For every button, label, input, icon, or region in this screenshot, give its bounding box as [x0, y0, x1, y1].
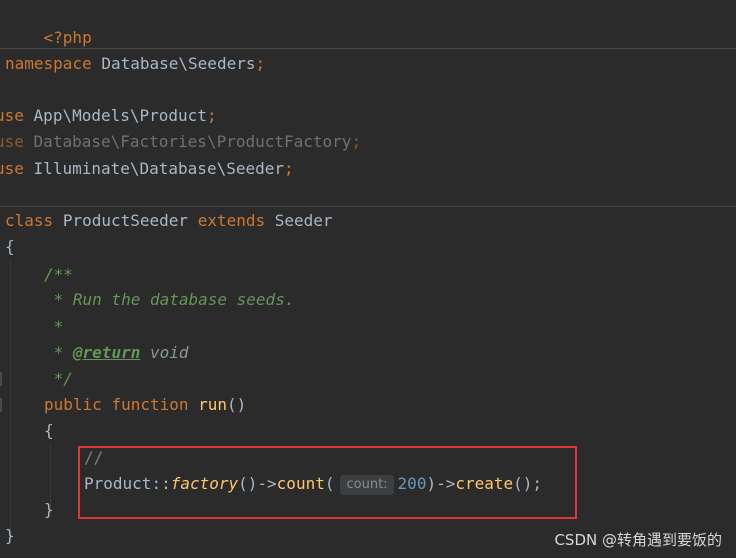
code-line-namespace: namespace Database\Seeders; — [5, 51, 265, 77]
open-brace: { — [5, 237, 15, 256]
semicolon: ; — [351, 132, 362, 151]
function-keyword: function — [111, 395, 189, 414]
watermark: CSDN @转角遇到要饭的 — [554, 531, 722, 549]
public-keyword: public — [44, 395, 102, 414]
code-line-class: class ProductSeeder extends Seeder — [5, 208, 333, 234]
highlight-annotation-box — [78, 446, 577, 519]
method-parens: () — [227, 395, 247, 414]
semicolon: ; — [255, 54, 266, 73]
code-line-method-signature: public function run() — [44, 392, 246, 418]
use-keyword: use — [0, 159, 24, 178]
code-editor[interactable]: <?php namespace Database\Seeders; use Ap… — [0, 0, 736, 558]
code-line-use-factory: use Database\Factories\ProductFactory; — [0, 129, 361, 155]
namespace-keyword: namespace — [5, 54, 92, 73]
code-line-use-seeder: use Illuminate\Database\Seeder; — [0, 156, 294, 182]
class-keyword: class — [5, 211, 54, 230]
semicolon: ; — [206, 106, 217, 125]
doc-comment: * — [44, 343, 73, 362]
use-path: App\Models\Product — [33, 106, 207, 125]
gutter-marker — [0, 398, 2, 412]
code-line-class-close-brace: } — [5, 523, 15, 549]
use-path: Illuminate\Database\Seeder — [33, 159, 284, 178]
code-line-doc-close: */ — [44, 366, 73, 392]
gutter-marker — [0, 372, 2, 386]
code-line-php-open: <?php — [5, 0, 92, 47]
method-name: run — [198, 395, 228, 414]
use-keyword: use — [0, 132, 24, 151]
code-line-doc-open: /** — [44, 262, 73, 288]
open-brace: { — [44, 421, 54, 440]
namespace-name: Database\Seeders — [101, 54, 256, 73]
doc-return-type: void — [149, 343, 189, 362]
doc-comment: /** — [44, 265, 73, 284]
code-line-method-close-brace: } — [44, 497, 54, 523]
doc-comment: * Run the database seeds. — [44, 290, 295, 309]
class-name: ProductSeeder — [62, 211, 189, 230]
doc-return-tag: @return — [72, 343, 141, 362]
code-line-use-product: use App\Models\Product; — [0, 103, 217, 129]
indent-guide — [10, 260, 11, 530]
extends-keyword: extends — [197, 211, 266, 230]
section-separator — [0, 206, 736, 207]
code-line-doc-return: * @return void — [44, 340, 189, 366]
section-separator — [0, 48, 736, 49]
close-brace: } — [5, 526, 15, 545]
code-line-doc-description: * Run the database seeds. — [44, 287, 295, 313]
code-line-method-open-brace: { — [44, 418, 54, 444]
use-path-unused: Database\Factories\ProductFactory — [33, 132, 352, 151]
parent-class-name: Seeder — [274, 211, 333, 230]
semicolon: ; — [284, 159, 294, 178]
doc-comment: * — [44, 317, 64, 336]
code-line-doc-star: * — [44, 314, 64, 340]
close-brace: } — [44, 500, 54, 519]
php-open-tag: <?php — [43, 28, 92, 47]
use-keyword: use — [0, 106, 24, 125]
code-line-class-open-brace: { — [5, 234, 15, 260]
doc-comment: */ — [44, 369, 73, 388]
